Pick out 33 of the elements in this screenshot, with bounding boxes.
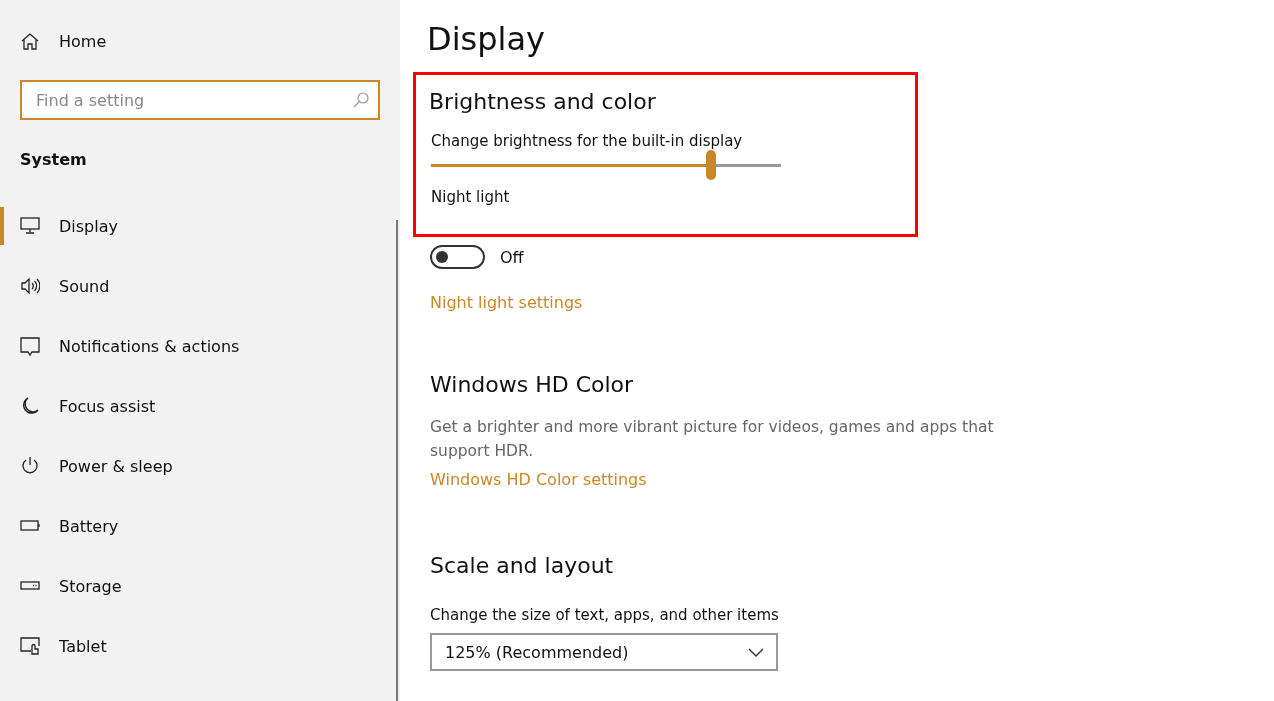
sidebar-item[interactable]: Tablet [0,627,400,665]
sidebar-item[interactable]: Focus assist [0,387,400,425]
section-heading: Windows HD Color [430,372,635,397]
night-light-toggle[interactable] [430,245,485,269]
tablet-icon [20,636,40,656]
speaker-icon [20,276,40,296]
section-heading: Brightness and color [429,89,657,114]
sidebar-item[interactable]: Storage [0,567,400,605]
sidebar-item[interactable]: Power & sleep [0,447,400,485]
home-link[interactable]: Home [20,30,400,52]
setting-label: Night light [431,188,511,206]
section-heading: Scale and layout [430,553,615,578]
message-icon [20,336,40,356]
sidebar-item[interactable]: Battery [0,507,400,545]
page-title: Display [427,20,546,58]
scale-dropdown[interactable]: 125% (Recommended) [430,633,778,671]
home-icon [20,31,40,51]
sidebar-item[interactable]: Sound [0,267,400,305]
moon-icon [20,396,40,416]
toggle-state: Off [500,247,524,267]
search-field[interactable]: Find a setting [20,80,380,120]
chevron-down-icon [748,647,764,657]
dropdown-label: Change the size of text, apps, and other items [430,606,780,624]
scrollbar[interactable] [396,220,398,701]
monitor-icon [20,216,40,236]
slider-thumb[interactable] [706,150,716,180]
brightness-slider[interactable] [431,150,781,180]
description: Get a brighter and more vibrant picture for videos, games and apps that support HDR. [430,417,995,462]
power-icon [20,456,40,476]
section-heading: System [20,150,88,169]
sidebar-item[interactable]: Notifications & actions [0,327,400,365]
slider-label: Change brightness for the built-in display [431,132,744,150]
search-icon [352,91,370,109]
